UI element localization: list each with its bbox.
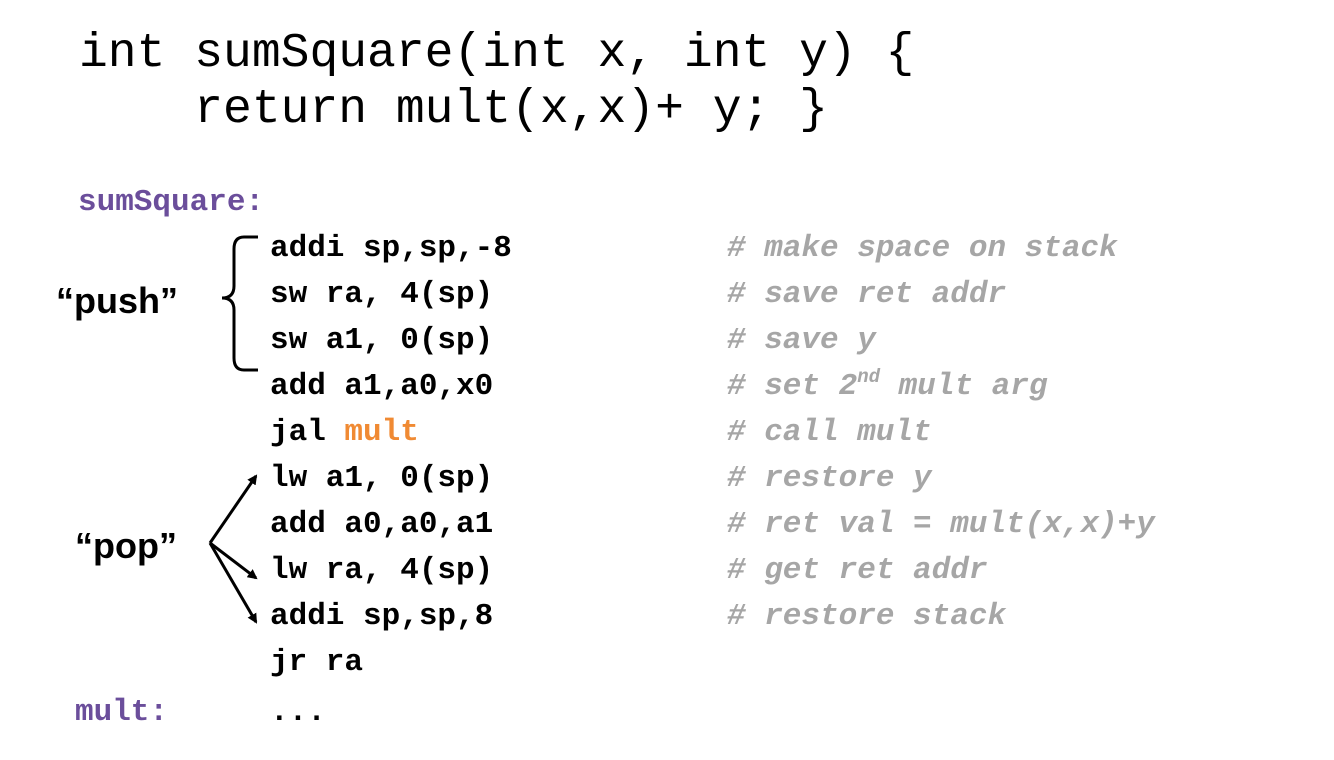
pop-arrow-addi	[208, 542, 258, 624]
push-brace	[221, 235, 258, 372]
pop-arrow-lw-ra	[209, 541, 258, 580]
annotation-graphics	[208, 235, 258, 624]
pop-arrow-lw-a1	[208, 474, 258, 544]
